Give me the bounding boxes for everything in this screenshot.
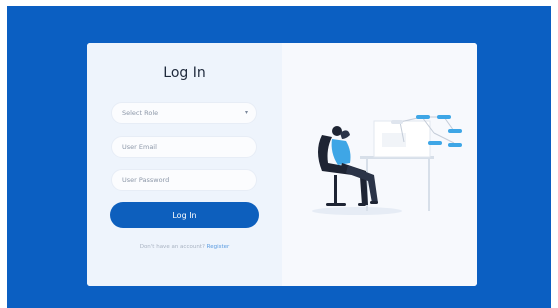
email-field[interactable] [122,137,246,157]
person-at-desk-illustration [312,115,462,215]
login-card: Log In Select Role ▾ Log In Don't have a… [87,43,477,286]
register-prompt: Don't have an account? [139,244,205,250]
illustration-panel [282,43,477,286]
role-select[interactable]: Select Role ▾ [111,102,257,124]
email-field-wrapper [111,136,257,158]
chevron-down-icon: ▾ [244,109,248,116]
page-title: Log In [163,65,206,81]
register-link[interactable]: Register [207,244,230,250]
password-field-wrapper [111,169,257,191]
register-row: Don't have an account? Register [87,244,282,250]
password-field[interactable] [122,170,246,190]
login-form-panel: Log In Select Role ▾ Log In Don't have a… [87,43,282,286]
login-button[interactable]: Log In [110,202,259,228]
role-select-value: Select Role [122,109,159,117]
